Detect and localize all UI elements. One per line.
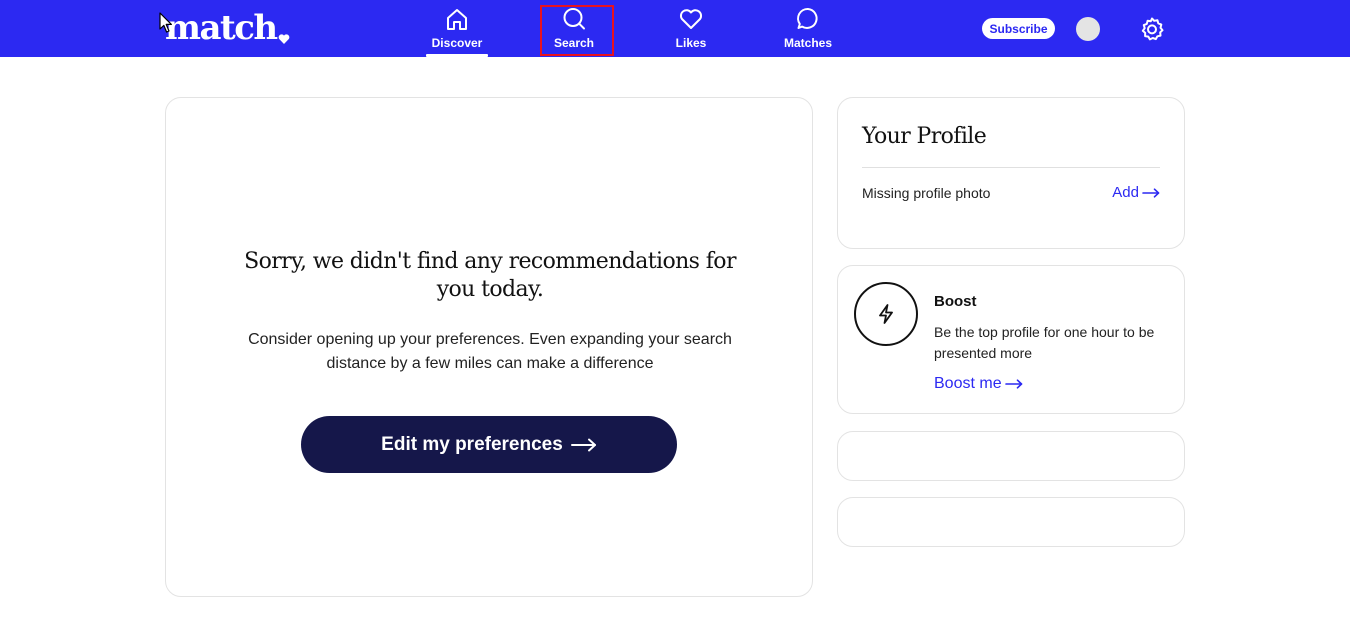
nav-likes[interactable]: Likes [654, 6, 728, 56]
boost-icon-circle [854, 282, 918, 346]
empty-state-title: Sorry, we didn't find any recommendation… [244, 249, 736, 302]
arrow-right-icon [570, 438, 596, 451]
missing-photo-label: Missing profile photo [862, 185, 991, 201]
add-photo-link[interactable]: Add [1112, 184, 1160, 201]
placeholder-card [837, 497, 1185, 547]
recommendations-card: Sorry, we didn't find any recommendation… [165, 97, 813, 597]
add-photo-label: Add [1112, 184, 1139, 201]
nav-discover[interactable]: Discover [420, 6, 494, 57]
your-profile-card: Your Profile Missing profile photo Add [837, 97, 1185, 249]
profile-divider [862, 167, 1160, 168]
nav-discover-label: Discover [431, 36, 483, 50]
boost-me-label: Boost me [934, 375, 1002, 392]
mouse-cursor-icon [159, 12, 172, 33]
logo-text: match [165, 8, 278, 48]
match-logo[interactable]: match [165, 8, 290, 48]
gear-icon[interactable] [1139, 16, 1165, 42]
edit-preferences-button[interactable]: Edit my preferences [301, 416, 677, 473]
nav-matches-label: Matches [783, 36, 833, 50]
placeholder-card [837, 431, 1185, 481]
logo-heart-icon [278, 34, 289, 44]
top-nav-bar: match Discover Search Likes Matches Subs… [0, 0, 1350, 57]
home-icon [447, 9, 467, 30]
edit-preferences-label: Edit my preferences [381, 433, 563, 455]
chat-bubble-icon [797, 8, 818, 29]
search-highlight-box [540, 5, 614, 56]
nav-likes-label: Likes [675, 36, 707, 50]
boost-me-link[interactable]: Boost me [934, 375, 1023, 393]
boost-description: Be the top profile for one hour to be pr… [934, 324, 1155, 361]
profile-card-title: Your Profile [862, 124, 987, 149]
nav-matches[interactable]: Matches [771, 6, 845, 56]
empty-state-description: Consider opening up your preferences. Ev… [248, 331, 732, 372]
boost-card: Boost Be the top profile for one hour to… [837, 265, 1185, 414]
subscribe-button[interactable]: Subscribe [982, 18, 1055, 39]
arrow-right-icon [1142, 187, 1160, 198]
boost-title: Boost [934, 293, 977, 310]
arrow-right-icon [1004, 379, 1022, 389]
avatar[interactable] [1076, 17, 1100, 41]
lightning-icon [879, 304, 893, 324]
heart-icon [679, 9, 703, 29]
